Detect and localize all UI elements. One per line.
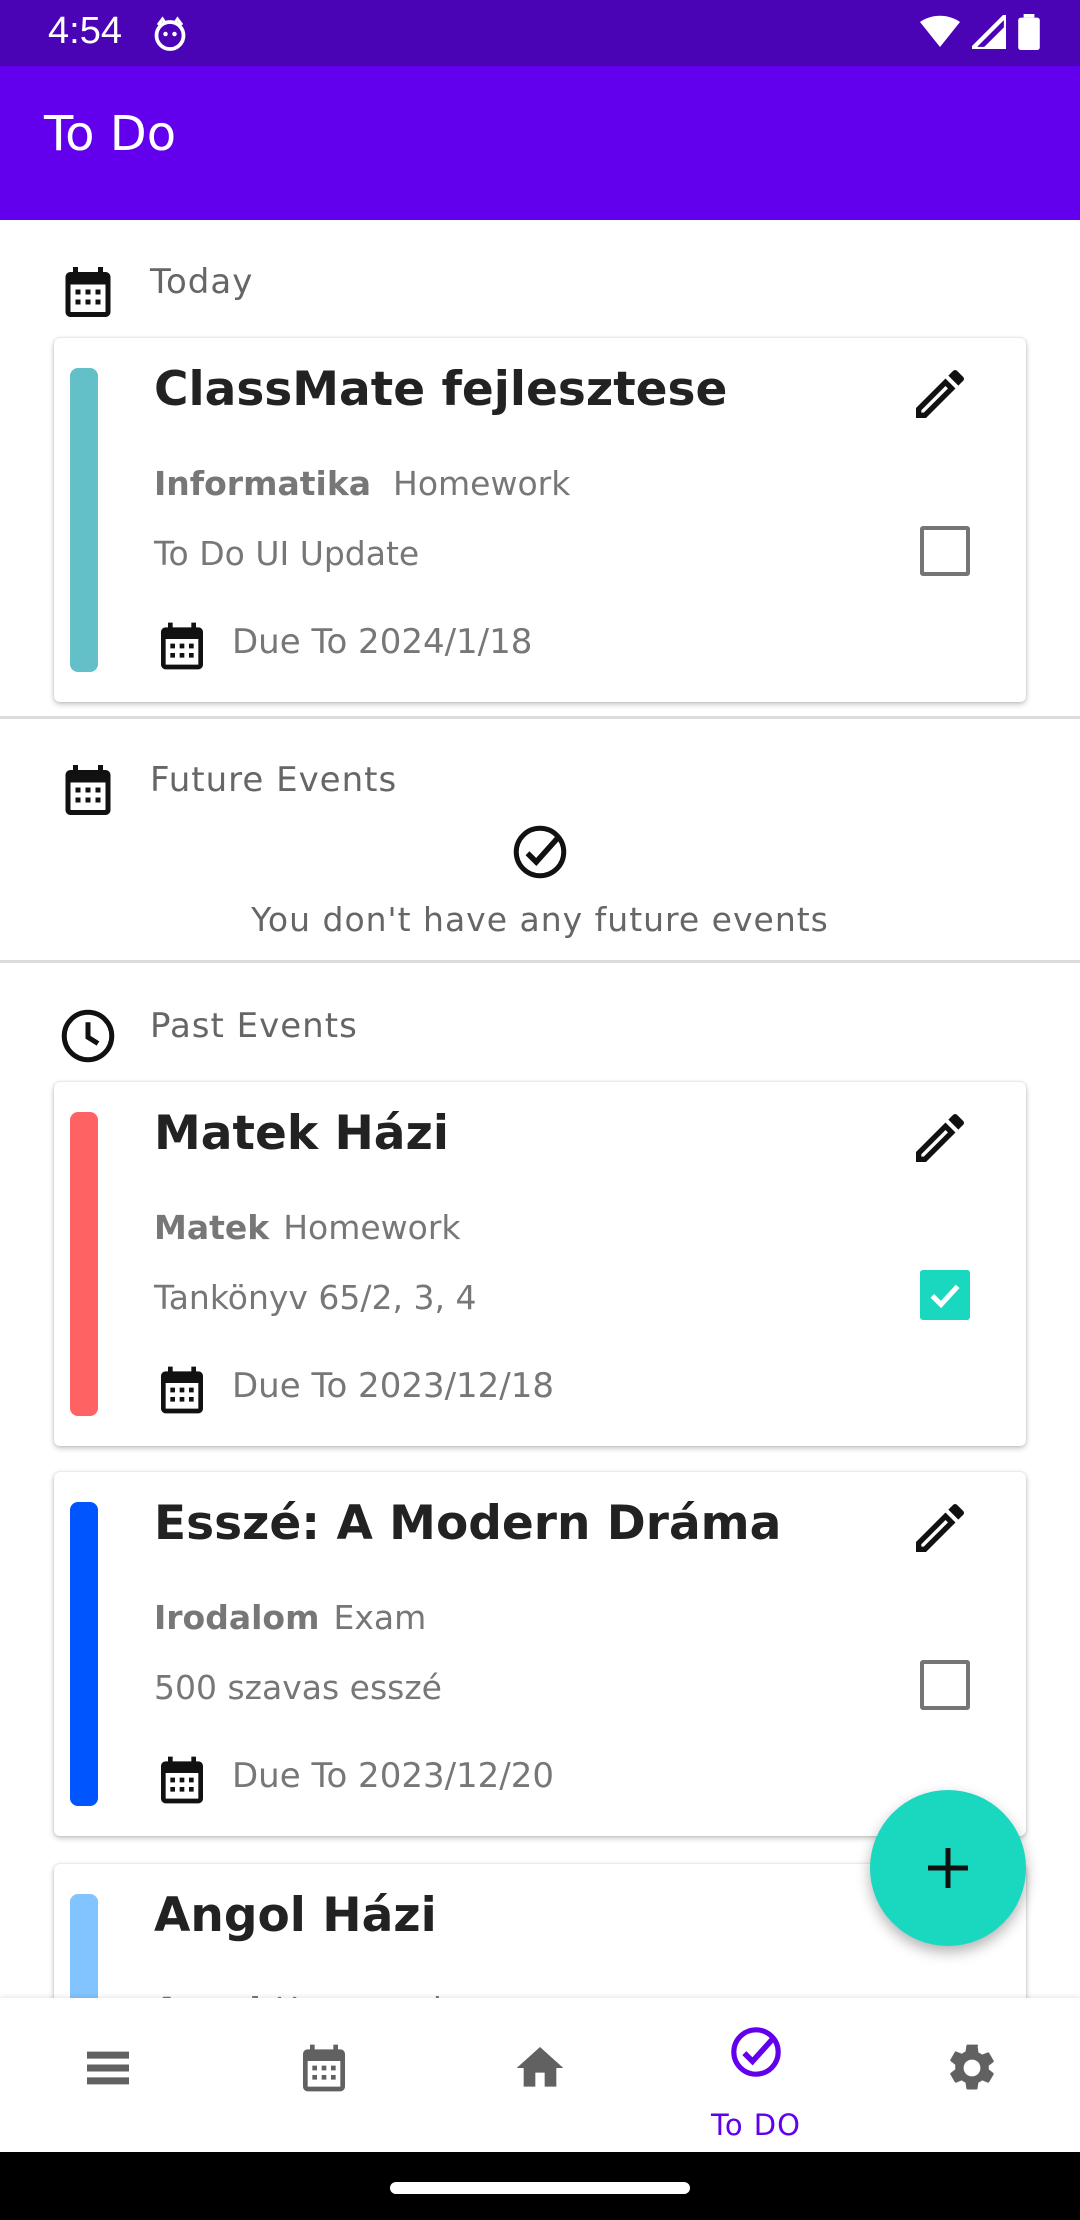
clock-icon	[61, 1009, 115, 1063]
app-bar: To Do	[0, 66, 1080, 220]
system-navigation-bar	[0, 2152, 1080, 2220]
task-done-checkbox[interactable]	[920, 1270, 970, 1320]
subject-color-stripe	[70, 1112, 98, 1416]
task-card[interactable]: Esszé: A Modern Dráma Irodalom Exam 500 s…	[54, 1472, 1026, 1836]
edit-icon[interactable]	[908, 1106, 972, 1170]
calendar-icon	[161, 1366, 203, 1414]
task-card[interactable]: Matek Házi Matek Homework Tankönyv 65/2, …	[54, 1082, 1026, 1446]
task-meta: Informatika Homework	[154, 464, 570, 503]
task-meta: Matek Homework	[154, 1208, 461, 1247]
status-bar: 4:54	[0, 0, 1080, 66]
plus-icon	[928, 1848, 968, 1888]
nav-item-list[interactable]	[0, 1998, 216, 2152]
home-gesture-handle[interactable]	[390, 2182, 690, 2194]
checkmark-icon	[930, 1284, 960, 1309]
task-subject: Angol	[154, 1990, 261, 1998]
task-meta: Angol Homework	[154, 1990, 452, 1998]
task-subject: Informatika	[154, 464, 372, 503]
calendar-icon	[161, 1756, 203, 1804]
task-type: Exam	[333, 1598, 427, 1637]
task-meta: Irodalom Exam	[154, 1598, 426, 1637]
list-icon	[87, 2051, 129, 2085]
signal-icon	[972, 15, 1006, 49]
task-title: Matek Házi	[154, 1106, 449, 1161]
check-circle-icon	[731, 2027, 781, 2077]
task-title: Angol Házi	[154, 1888, 437, 1943]
task-due-date: Due To 2023/12/20	[232, 1756, 555, 1796]
task-type: Homework	[393, 464, 571, 503]
todo-list[interactable]: Today ClassMate fejlesztese Informatika H…	[0, 220, 1080, 1998]
task-done-checkbox[interactable]	[920, 1660, 970, 1710]
task-title: Esszé: A Modern Dráma	[154, 1496, 782, 1551]
page-title: To Do	[44, 106, 177, 162]
wifi-icon	[920, 15, 960, 47]
nav-item-todo[interactable]: To DO	[648, 1998, 864, 2152]
task-due-date: Due To 2024/1/18	[232, 622, 533, 662]
section-header-past: Past Events	[0, 982, 1080, 1092]
nav-label: To DO	[711, 2108, 801, 2142]
check-circle-icon	[513, 825, 567, 879]
app-notification-icon	[154, 16, 186, 51]
empty-state-message: You don't have any future events	[251, 900, 829, 939]
task-type: Homework	[283, 1208, 461, 1247]
task-subject: Matek	[154, 1208, 270, 1247]
calendar-icon	[65, 267, 111, 317]
section-label: Today	[150, 262, 254, 302]
nav-item-home[interactable]	[432, 1998, 648, 2152]
task-due-date: Due To 2023/12/18	[232, 1366, 555, 1406]
task-type: Homework	[275, 1990, 452, 1998]
edit-icon[interactable]	[908, 362, 972, 426]
task-card[interactable]: ClassMate fejlesztese Informatika Homewor…	[54, 338, 1026, 702]
section-divider	[0, 716, 1080, 719]
section-header-today: Today	[0, 238, 1080, 348]
task-description: 500 szavas esszé	[154, 1668, 442, 1707]
subject-color-stripe	[70, 1894, 98, 1998]
task-subject: Irodalom	[154, 1598, 320, 1637]
calendar-icon	[65, 765, 111, 815]
edit-icon[interactable]	[908, 1496, 972, 1560]
task-description: To Do UI Update	[154, 534, 420, 573]
task-description: Tankönyv 65/2, 3, 4	[154, 1278, 477, 1317]
nav-item-settings[interactable]	[864, 1998, 1080, 2152]
section-divider	[0, 960, 1080, 963]
battery-icon	[1018, 14, 1040, 50]
bottom-navigation: To DO	[0, 1998, 1080, 2152]
calendar-icon	[303, 2044, 345, 2092]
gear-icon	[950, 2044, 994, 2090]
home-icon	[516, 2047, 564, 2087]
calendar-icon	[161, 622, 203, 670]
subject-color-stripe	[70, 368, 98, 672]
subject-color-stripe	[70, 1502, 98, 1806]
task-title: ClassMate fejlesztese	[154, 362, 728, 417]
section-label: Past Events	[150, 1006, 358, 1046]
section-label: Future Events	[150, 760, 398, 800]
status-time: 4:54	[48, 10, 122, 52]
task-done-checkbox[interactable]	[920, 526, 970, 576]
add-task-button[interactable]	[870, 1790, 1026, 1946]
nav-item-calendar[interactable]	[216, 1998, 432, 2152]
